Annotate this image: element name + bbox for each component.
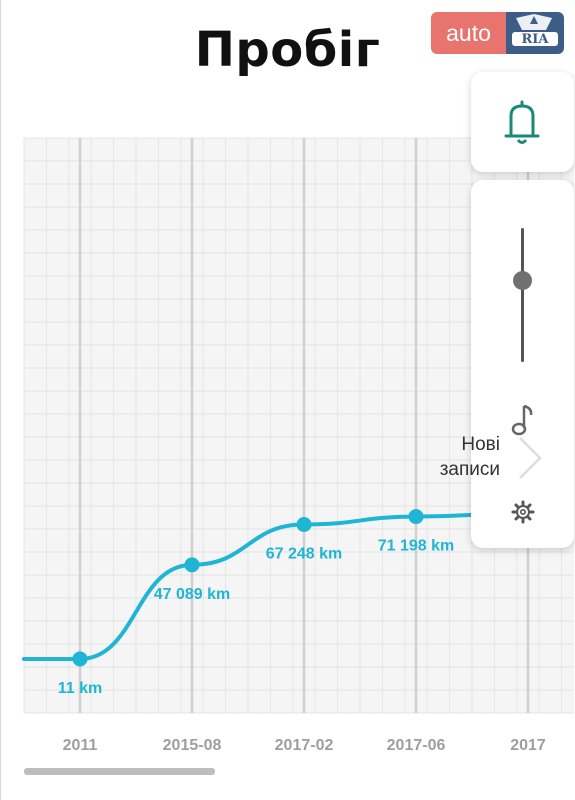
chart-point-label: 11 km: [58, 680, 102, 697]
chart-point[interactable]: [408, 509, 424, 525]
chart-point[interactable]: [72, 651, 88, 667]
chart-point-label: 71 198 km: [378, 538, 455, 555]
newer-records-line2: записи: [439, 459, 500, 480]
newer-records-link[interactable]: Нові записи: [420, 432, 500, 482]
chevron-right-icon[interactable]: [512, 432, 548, 484]
x-tick-label: 2015-08: [163, 737, 222, 754]
chart-point[interactable]: [296, 517, 312, 533]
media-controls-panel: [471, 180, 574, 548]
x-tick-label: 2017: [510, 737, 546, 754]
chart-point-label: 47 089 km: [154, 586, 231, 603]
x-tick-label: 2017-06: [387, 737, 446, 754]
notify-panel: [471, 72, 574, 172]
x-tick-label: 2011: [63, 737, 98, 754]
chart-point-label: 67 248 km: [266, 546, 343, 563]
bell-icon[interactable]: [471, 72, 574, 172]
chart-point[interactable]: [184, 557, 200, 573]
chart-x-ticks: 2011 2015-08 2017-02 2017-06 2017: [63, 737, 546, 754]
x-tick-label: 2017-02: [275, 737, 334, 754]
volume-slider-handle[interactable]: [513, 271, 532, 290]
horizontal-scrollbar[interactable]: [24, 768, 215, 775]
newer-records-line1: Нові: [461, 434, 500, 455]
volume-slider-track[interactable]: [521, 228, 524, 362]
gear-icon[interactable]: [509, 498, 537, 526]
